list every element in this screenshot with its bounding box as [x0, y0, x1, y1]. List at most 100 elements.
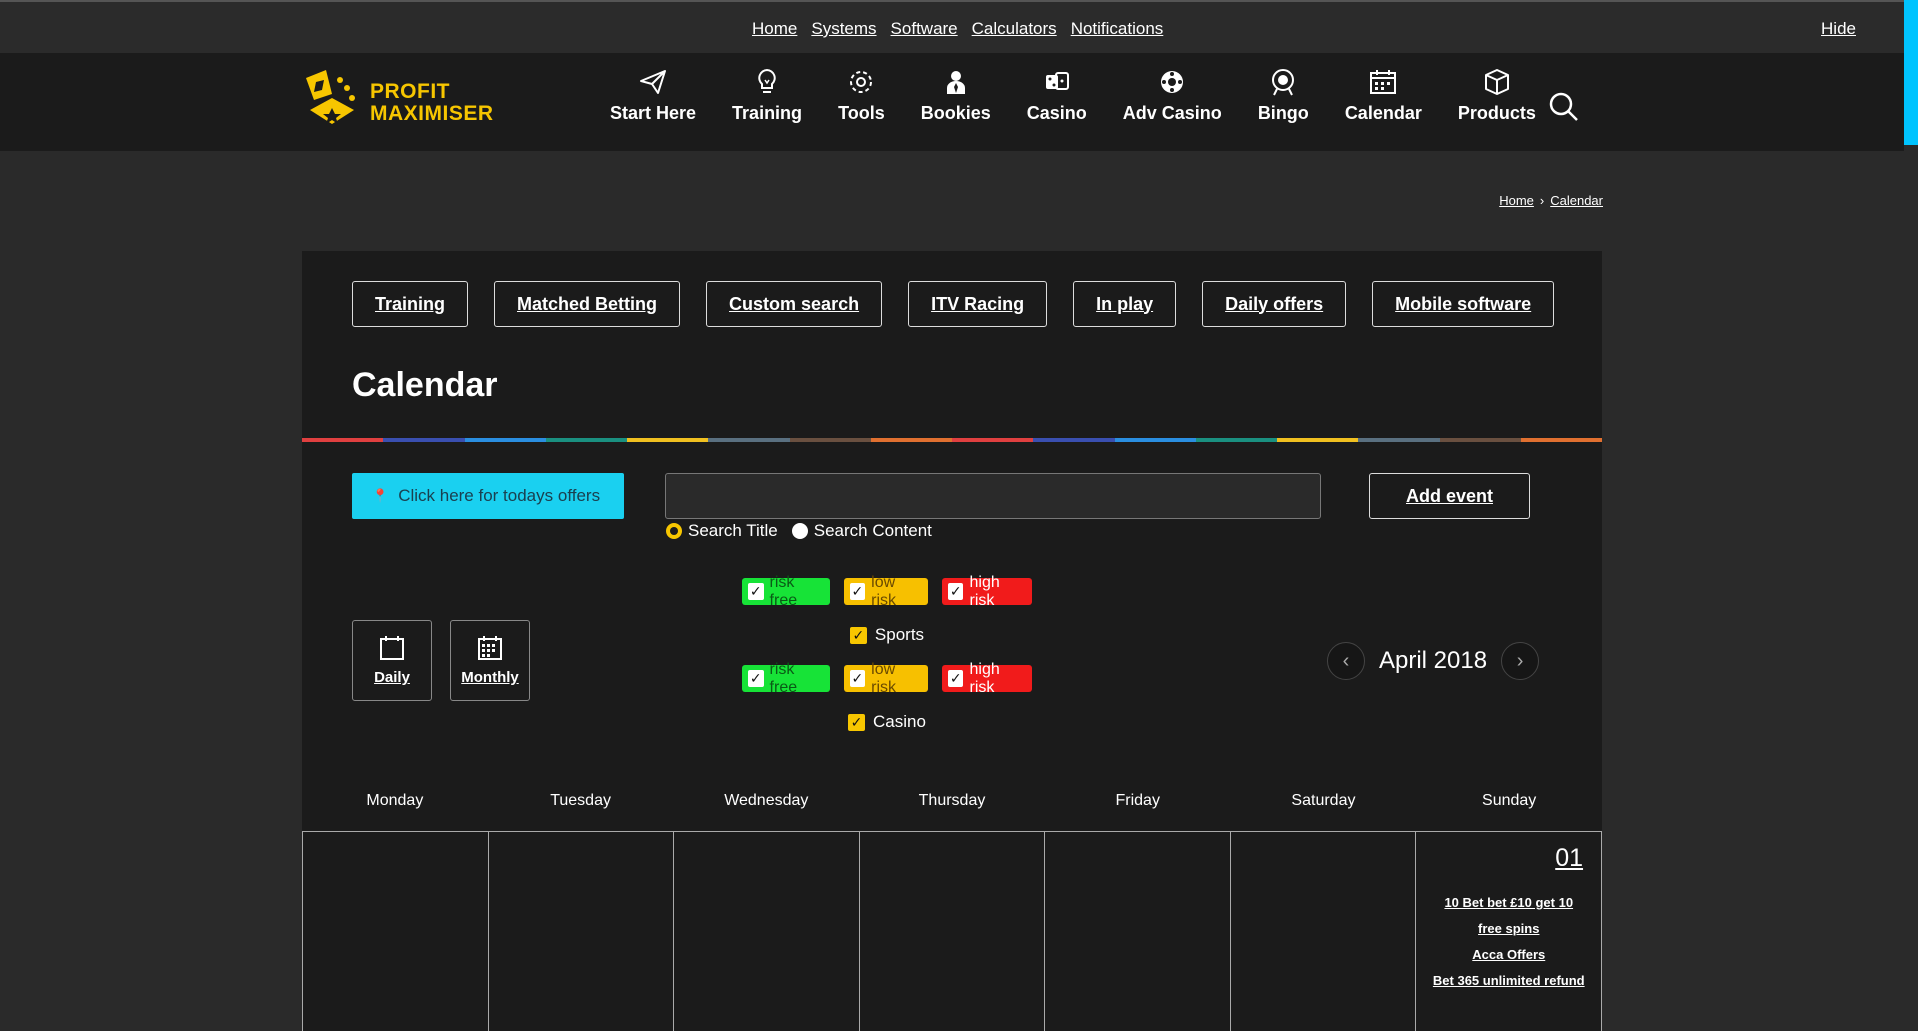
- chevron-right-icon: ›: [1539, 193, 1545, 208]
- subnav-training[interactable]: Training: [352, 281, 469, 327]
- calendar-cell-empty: [303, 832, 489, 1031]
- sports-checkbox[interactable]: ✓ Sports: [742, 625, 1032, 645]
- nav-casino[interactable]: Casino: [1027, 67, 1087, 124]
- nav-label: Products: [1457, 103, 1536, 123]
- tag-label: low risk: [871, 573, 897, 609]
- hide-link[interactable]: Hide: [1821, 19, 1856, 39]
- monthly-view-button[interactable]: Monthly: [450, 620, 530, 701]
- sports-risk-tags: ✓ risk free ✓ low risk ✓ high risk: [742, 574, 1032, 609]
- check-icon: ✓: [848, 713, 866, 731]
- current-month-label: April 2018: [1379, 647, 1488, 674]
- add-event-button[interactable]: Add event: [1369, 473, 1530, 519]
- check-icon: ✓: [748, 670, 764, 687]
- event-link[interactable]: Acca Offers: [1432, 942, 1585, 968]
- calendar-cell-empty: [1231, 832, 1417, 1031]
- utility-link-systems[interactable]: Systems: [811, 19, 876, 39]
- nav-tools[interactable]: Tools: [838, 67, 885, 124]
- utility-links: Home Systems Software Calculators Notifi…: [752, 19, 1163, 39]
- weekday-tuesday: Tuesday: [550, 792, 611, 809]
- prev-month-button[interactable]: ‹: [1327, 642, 1365, 680]
- utility-link-home[interactable]: Home: [752, 19, 797, 39]
- logo-mark-icon: [306, 70, 355, 124]
- search-icon[interactable]: [1548, 91, 1580, 123]
- nav-adv-casino[interactable]: Adv Casino: [1123, 67, 1222, 124]
- color-segment: [627, 438, 709, 442]
- daily-view-button[interactable]: Daily: [352, 620, 432, 701]
- subnav-custom-search[interactable]: Custom search: [706, 281, 883, 327]
- scrollbar-thumb[interactable]: [1904, 0, 1918, 145]
- todays-offers-button[interactable]: 📍 Click here for todays offers: [352, 473, 624, 519]
- nav-training[interactable]: Training: [732, 67, 802, 124]
- calendar-icon: [1370, 70, 1397, 94]
- color-segment: [1114, 438, 1196, 442]
- radio-search-content[interactable]: Search Content: [791, 521, 932, 541]
- daily-calendar-icon: [380, 636, 404, 660]
- breadcrumb-current[interactable]: Calendar: [1550, 193, 1603, 208]
- daily-label: Daily: [374, 669, 410, 686]
- event-link[interactable]: Bet 365 unlimited refund: [1432, 968, 1585, 994]
- subnav-itv-racing[interactable]: ITV Racing: [908, 281, 1048, 327]
- utility-link-notifications[interactable]: Notifications: [1071, 19, 1164, 39]
- subnav-mobile-software[interactable]: Mobile software: [1372, 281, 1555, 327]
- radio-search-title[interactable]: Search Title: [666, 521, 778, 541]
- nav-label: Bookies: [920, 103, 991, 123]
- casino-low-risk-tag[interactable]: ✓ low risk: [843, 661, 928, 696]
- color-segment: [1439, 438, 1521, 442]
- tag-label: high risk: [969, 573, 1000, 609]
- color-segment: [789, 438, 871, 442]
- search-input[interactable]: [665, 473, 1321, 519]
- subnav-matched-betting[interactable]: Matched Betting: [494, 281, 681, 327]
- nav-calendar[interactable]: Calendar: [1345, 67, 1422, 124]
- calendar-panel: Training Matched Betting Custom search I…: [302, 251, 1603, 1031]
- paper-plane-icon: [640, 70, 667, 94]
- utility-link-calculators[interactable]: Calculators: [972, 19, 1057, 39]
- month-navigator: ‹ April 2018 ›: [1327, 642, 1540, 680]
- nav-start-here[interactable]: Start Here: [610, 67, 696, 124]
- nav-label: Tools: [838, 103, 885, 123]
- monthly-calendar-icon: [478, 636, 502, 660]
- subnav-daily-offers[interactable]: Daily offers: [1202, 281, 1347, 327]
- lightbulb-icon: [758, 68, 776, 93]
- nav-label: Casino: [1026, 103, 1087, 123]
- color-segment: [1033, 438, 1115, 442]
- sports-risk-free-tag[interactable]: ✓ risk free: [742, 574, 830, 609]
- chevron-right-icon: ›: [1516, 649, 1524, 672]
- profit-maximiser-logo[interactable]: PROFIT MAXIMISER: [302, 68, 494, 138]
- casino-risk-free-tag[interactable]: ✓ risk free: [742, 661, 830, 696]
- utility-link-software[interactable]: Software: [891, 19, 958, 39]
- sports-high-risk-tag[interactable]: ✓ high risk: [941, 574, 1032, 609]
- gear-icon: [850, 71, 873, 93]
- casino-checkbox[interactable]: ✓ Casino: [742, 712, 1032, 732]
- check-icon: ✓: [748, 583, 764, 600]
- search-mode: Search Title Search Content: [666, 521, 932, 541]
- casino-high-risk-tag[interactable]: ✓ high risk: [941, 661, 1032, 696]
- check-icon: ✓: [947, 583, 964, 600]
- radio-dot-selected[interactable]: [666, 523, 682, 539]
- radio-dot[interactable]: [791, 523, 808, 539]
- calendar-cell-empty: [1045, 832, 1231, 1031]
- box-icon: [1484, 69, 1509, 95]
- dice-icon: [1045, 72, 1069, 90]
- radio-label: Search Content: [813, 521, 932, 540]
- color-segment: [1277, 438, 1359, 442]
- event-link[interactable]: 10 Bet bet £10 get 10 free spins: [1432, 890, 1585, 942]
- color-segment: [952, 438, 1034, 442]
- monthly-label: Monthly: [461, 669, 519, 686]
- color-segment: [1520, 438, 1602, 442]
- next-month-button[interactable]: ›: [1501, 642, 1540, 680]
- subnav-in-play[interactable]: In play: [1073, 281, 1177, 327]
- day-number-link[interactable]: 01: [1555, 844, 1583, 873]
- nav-bingo[interactable]: Bingo: [1258, 67, 1309, 124]
- nav-bookies[interactable]: Bookies: [921, 67, 991, 124]
- sub-navigation: Training Matched Betting Custom search I…: [352, 281, 1555, 327]
- breadcrumb-home[interactable]: Home: [1499, 193, 1534, 208]
- pin-icon: 📍: [372, 488, 389, 503]
- color-segment: [464, 438, 546, 442]
- color-segment: [545, 438, 627, 442]
- event-list: 10 Bet bet £10 get 10 free spins Acca Of…: [1432, 890, 1585, 994]
- logo-line-2: MAXIMISER: [370, 102, 494, 125]
- tag-label: low risk: [871, 660, 897, 696]
- weekday-monday: Monday: [366, 792, 424, 809]
- nav-products[interactable]: Products: [1458, 67, 1536, 124]
- sports-low-risk-tag[interactable]: ✓ low risk: [843, 574, 928, 609]
